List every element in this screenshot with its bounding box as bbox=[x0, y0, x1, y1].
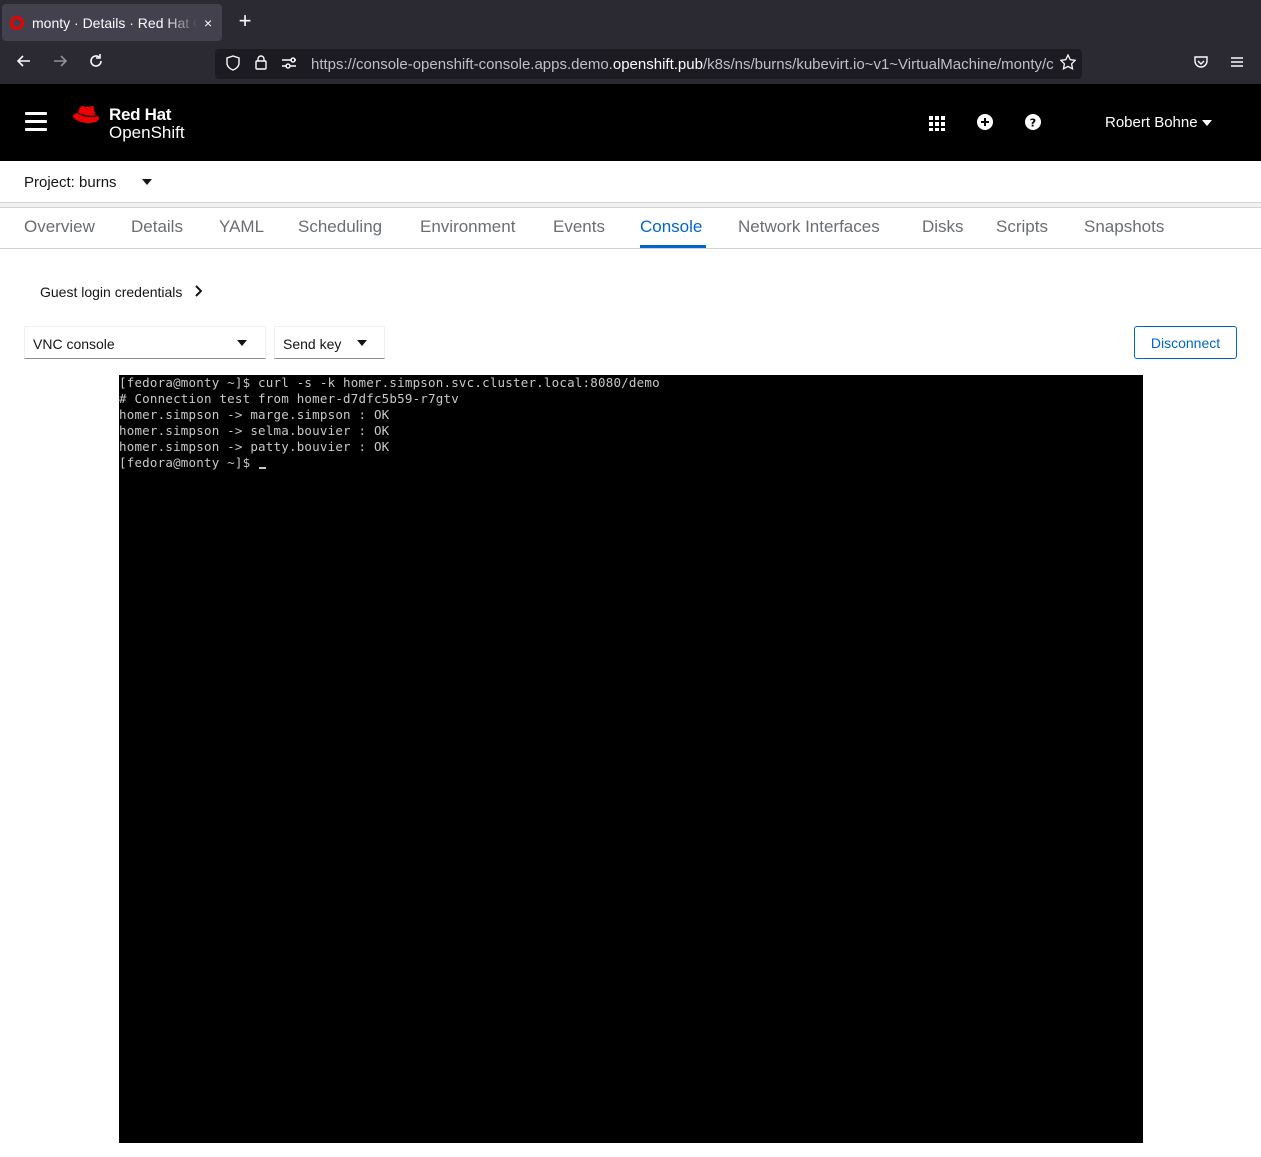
terminal-line: [fedora@monty ~]$ curl -s -k homer.simps… bbox=[119, 375, 660, 390]
browser-nav-bar: https://console-openshift-console.apps.d… bbox=[0, 44, 1261, 84]
bookmark-star-icon[interactable] bbox=[1054, 52, 1082, 75]
help-question-circle-icon[interactable]: ? bbox=[1023, 113, 1043, 133]
tab-scheduling[interactable]: Scheduling bbox=[298, 217, 382, 237]
nav-toggle-hamburger-icon[interactable] bbox=[25, 112, 47, 132]
terminal-line: homer.simpson -> selma.bouvier : OK bbox=[119, 423, 390, 438]
url-prefix: https://console-openshift-console.apps.d… bbox=[311, 55, 613, 73]
user-name: Robert Bohne bbox=[1105, 114, 1198, 131]
disconnect-button[interactable]: Disconnect bbox=[1134, 326, 1237, 359]
tab-snapshots[interactable]: Snapshots bbox=[1084, 217, 1164, 237]
browser-tab-bar: monty · Details · Red Hat OpenShift × + bbox=[0, 0, 1261, 44]
openshift-favicon-icon bbox=[10, 15, 24, 30]
shield-icon[interactable] bbox=[223, 54, 243, 74]
url-bar[interactable]: https://console-openshift-console.apps.d… bbox=[215, 49, 1082, 79]
forward-arrow-icon[interactable] bbox=[48, 52, 72, 76]
send-key-caret-down-icon bbox=[357, 340, 367, 346]
url-text[interactable]: https://console-openshift-console.apps.d… bbox=[311, 56, 1054, 73]
tab-console[interactable]: Console bbox=[640, 217, 702, 237]
console-type-caret-down-icon bbox=[237, 340, 247, 346]
red-hat-icon bbox=[73, 106, 99, 123]
terminal-prompt-line: [fedora@monty ~]$ bbox=[119, 455, 267, 471]
console-type-value: VNC console bbox=[33, 336, 115, 352]
app-menu-icon[interactable] bbox=[1225, 52, 1249, 76]
lock-icon[interactable] bbox=[251, 55, 271, 73]
pocket-icon[interactable] bbox=[1189, 52, 1213, 76]
tab-environment[interactable]: Environment bbox=[420, 217, 515, 237]
vm-tab-nav: Overview Details YAML Scheduling Environ… bbox=[0, 208, 1261, 249]
tab-yaml[interactable]: YAML bbox=[219, 217, 264, 237]
reload-icon[interactable] bbox=[84, 52, 108, 76]
tab-details[interactable]: Details bbox=[131, 217, 183, 237]
tab-overview[interactable]: Overview bbox=[24, 217, 95, 237]
import-plus-circle-icon[interactable] bbox=[975, 113, 995, 133]
new-tab-button[interactable]: + bbox=[234, 10, 256, 34]
svg-text:?: ? bbox=[1030, 117, 1036, 130]
tab-events[interactable]: Events bbox=[553, 217, 605, 237]
tab-scripts[interactable]: Scripts bbox=[996, 217, 1048, 237]
application-launcher-grid-icon[interactable] bbox=[927, 113, 947, 133]
red-hat-openshift-logo[interactable]: Red Hat OpenShift bbox=[72, 103, 202, 143]
user-caret-down-icon bbox=[1201, 120, 1212, 127]
project-bar: Project: burns bbox=[0, 161, 1261, 203]
permissions-icon[interactable] bbox=[279, 56, 299, 73]
project-selector[interactable]: Project: burns bbox=[24, 174, 117, 191]
active-tab-indicator bbox=[640, 245, 706, 248]
back-arrow-icon[interactable] bbox=[12, 52, 36, 76]
tab-network-interfaces[interactable]: Network Interfaces bbox=[738, 217, 880, 237]
masthead: Red Hat OpenShift ? Robert Bohne bbox=[0, 84, 1261, 161]
console-type-select[interactable]: VNC console bbox=[24, 326, 266, 359]
url-host: openshift.pub bbox=[612, 55, 703, 73]
project-caret-down-icon[interactable] bbox=[142, 179, 152, 185]
terminal-line: # Connection test from homer-d7dfc5b59-r… bbox=[119, 391, 459, 406]
send-key-label: Send key bbox=[283, 336, 342, 352]
chevron-right-icon[interactable] bbox=[194, 284, 203, 300]
send-key-dropdown[interactable]: Send key bbox=[274, 326, 385, 359]
terminal-prompt: [fedora@monty ~]$ bbox=[119, 455, 259, 470]
terminal-line: homer.simpson -> patty.bouvier : OK bbox=[119, 439, 390, 454]
tab-disks[interactable]: Disks bbox=[922, 217, 964, 237]
user-menu[interactable]: Robert Bohne bbox=[1105, 114, 1212, 131]
url-path: /k8s/ns/burns/kubevirt.io~v1~VirtualMach… bbox=[702, 55, 1054, 73]
browser-tab-title: monty · Details · Red Hat OpenShift bbox=[32, 14, 198, 31]
terminal-cursor bbox=[259, 467, 267, 469]
logo-line-2: OpenShift bbox=[109, 123, 185, 142]
close-tab-icon[interactable]: × bbox=[202, 15, 214, 31]
vnc-console-screen[interactable]: [fedora@monty ~]$ curl -s -k homer.simps… bbox=[119, 375, 1143, 1143]
guest-login-credentials-toggle[interactable]: Guest login credentials bbox=[40, 284, 182, 300]
browser-tab[interactable]: monty · Details · Red Hat OpenShift × bbox=[2, 4, 222, 41]
logo-line-1: Red Hat bbox=[109, 105, 172, 124]
terminal-line: homer.simpson -> marge.simpson : OK bbox=[119, 407, 390, 422]
